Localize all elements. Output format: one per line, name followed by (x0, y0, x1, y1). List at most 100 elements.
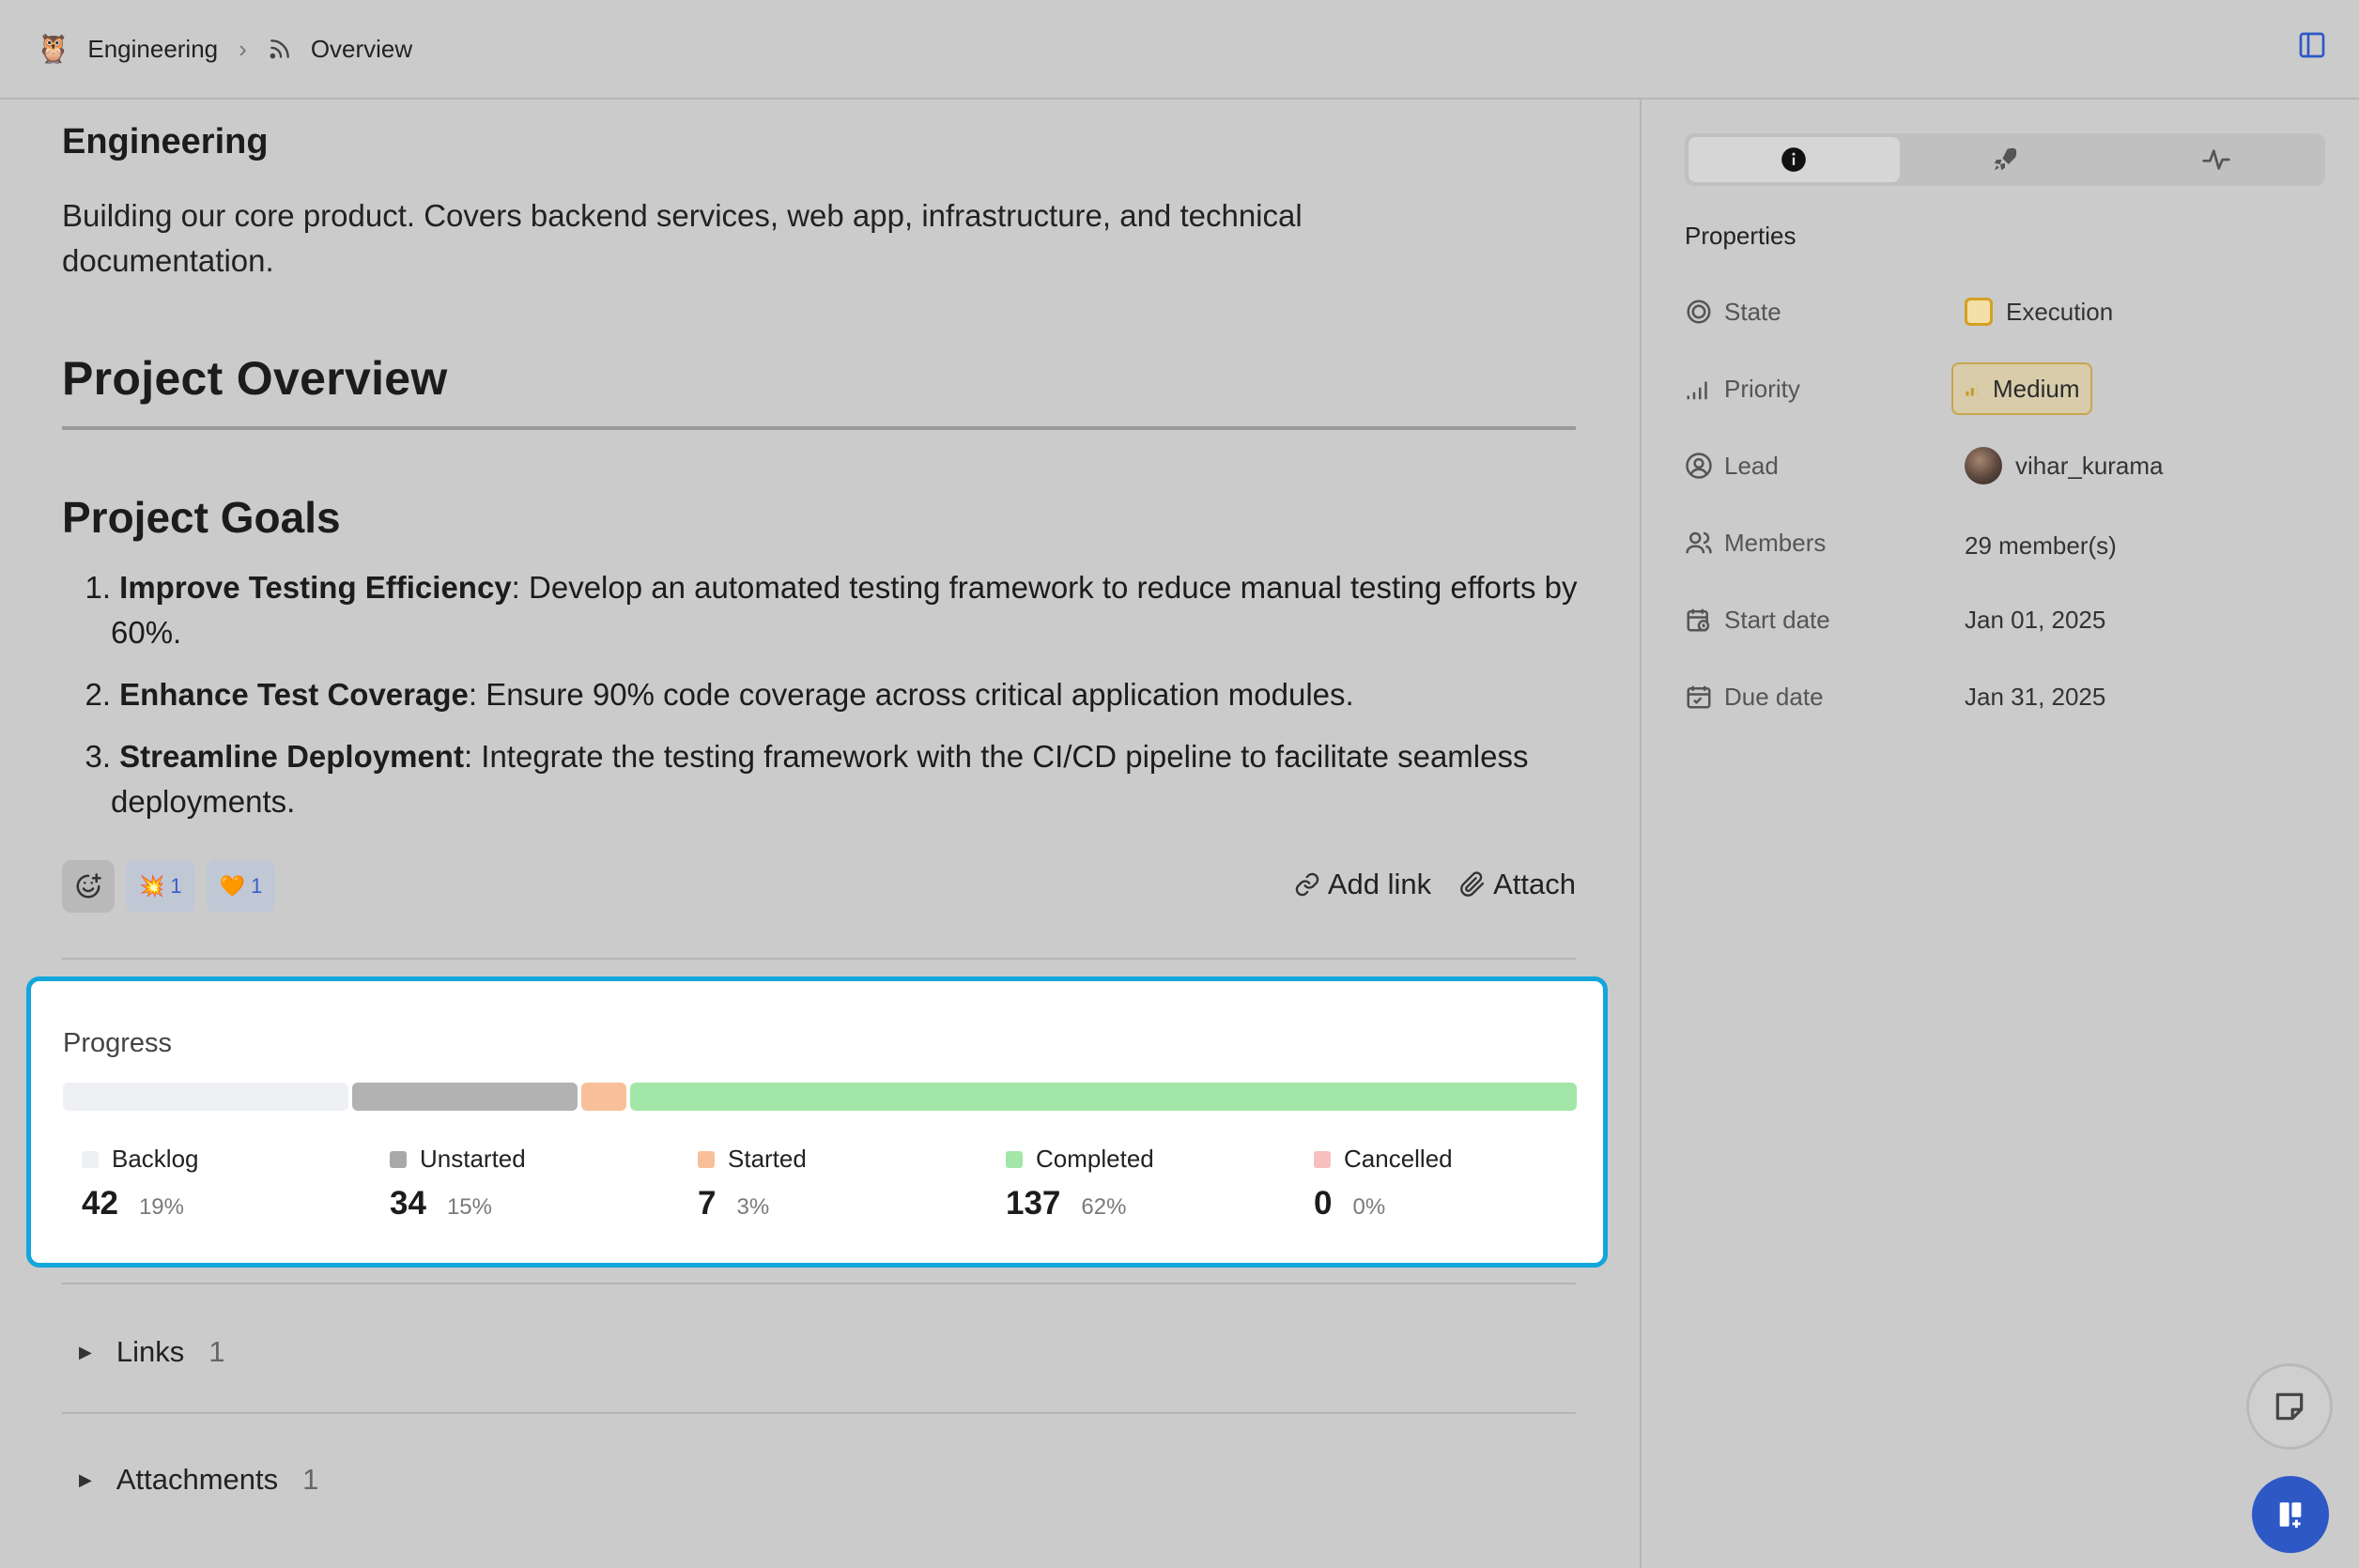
links-label: Links (116, 1335, 185, 1368)
start-date-label: Start date (1724, 605, 1830, 634)
calendar-clock-icon (1687, 608, 1710, 632)
progress-segment-completed (630, 1083, 1577, 1111)
breadcrumb-page[interactable]: Overview (311, 35, 412, 64)
stat-started: Started 7 3% (698, 1145, 1006, 1222)
stat-completed: Completed 137 62% (1006, 1145, 1314, 1222)
activity-pulse-icon (2202, 149, 2230, 170)
tab-info[interactable] (1688, 137, 1900, 182)
due-date-value: Jan 31, 2025 (1965, 682, 2106, 711)
reaction-chip[interactable]: 💥 1 (126, 860, 195, 913)
members-value: 29 member(s) (1965, 530, 2117, 560)
section-divider (62, 958, 1576, 960)
tab-updates[interactable] (1900, 137, 2111, 182)
priority-label: Priority (1724, 374, 1800, 403)
stat-label: Backlog (112, 1145, 199, 1173)
project-description[interactable]: Building our core product. Covers backen… (62, 193, 1471, 284)
paperclip-icon (1460, 871, 1485, 897)
stat-percent: 0% (1352, 1194, 1386, 1220)
backlog-swatch (82, 1150, 99, 1168)
properties-title: Properties (1685, 222, 1796, 250)
add-link-label: Add link (1327, 868, 1432, 900)
reaction-count: 1 (170, 874, 182, 898)
state-value: Execution (2006, 297, 2114, 326)
stat-cancelled: Cancelled 0 0% (1314, 1145, 1622, 1222)
priority-row: Priority Medium (1685, 361, 2305, 417)
links-section-toggle[interactable]: ▶ Links 1 (79, 1335, 224, 1369)
start-date-picker[interactable]: Jan 01, 2025 (1965, 606, 2105, 635)
goal-number: 2. (85, 677, 111, 712)
signal-bars-icon (1687, 381, 1707, 400)
members-row: Members 29 member(s) (1685, 515, 2305, 571)
goal-text: Enhance Test Coverage: Ensure 90% code c… (111, 672, 1583, 717)
panel-tabs (1685, 133, 2325, 186)
panel-toggle-icon[interactable] (2293, 26, 2331, 64)
stat-label: Completed (1036, 1145, 1154, 1173)
stat-count: 42 (82, 1185, 118, 1222)
breadcrumb: 🦉 Engineering › Overview (36, 33, 412, 66)
unstarted-swatch (390, 1150, 407, 1168)
orange-heart-emoji-icon: 🧡 (219, 874, 246, 898)
progress-card[interactable]: Progress Backlog 42 19% Unstarted 34 15% S… (26, 976, 1608, 1268)
compose-button[interactable] (2252, 1476, 2329, 1553)
add-reaction-button[interactable] (62, 860, 115, 913)
goal-number: 1. (85, 570, 111, 605)
execution-state-icon (1965, 298, 1993, 326)
medium-priority-icon (1966, 384, 1979, 396)
caret-right-icon: ▶ (79, 1469, 92, 1489)
breadcrumb-project[interactable]: Engineering (87, 35, 218, 64)
goal-title: Enhance Test Coverage (119, 677, 469, 712)
due-date-picker[interactable]: Jan 31, 2025 (1965, 683, 2105, 712)
goal-title: Streamline Deployment (119, 739, 464, 774)
goals-list[interactable]: 1. Improve Testing Efficiency: Develop a… (62, 565, 1583, 841)
heading-divider (62, 426, 1576, 430)
members-dropdown[interactable]: 29 member(s) (1965, 531, 2117, 561)
cancelled-swatch (1314, 1150, 1331, 1168)
avatar (1965, 447, 2002, 484)
state-label: State (1724, 297, 1781, 326)
members-label-group: Members (1685, 529, 1965, 558)
overview-heading[interactable]: Project Overview (62, 351, 448, 406)
attachments-count: 1 (302, 1463, 319, 1496)
stat-count: 7 (698, 1185, 717, 1222)
attachments-label: Attachments (116, 1463, 279, 1496)
stat-count: 34 (390, 1185, 426, 1222)
rss-feed-icon (268, 37, 292, 61)
users-icon (1686, 531, 1712, 554)
stat-label: Started (728, 1145, 807, 1173)
due-date-label-group: Due date (1685, 683, 1965, 712)
calendar-check-icon (1687, 685, 1711, 709)
sticky-note-icon (2275, 1392, 2304, 1421)
sticky-note-button[interactable] (2246, 1363, 2333, 1450)
tab-activity[interactable] (2110, 137, 2321, 182)
links-count: 1 (208, 1335, 225, 1368)
stat-label: Unstarted (420, 1145, 526, 1173)
progress-bar (63, 1083, 1577, 1111)
goal-item: 2. Enhance Test Coverage: Ensure 90% cod… (62, 672, 1583, 717)
priority-value: Medium (1993, 374, 2080, 403)
stat-percent: 3% (736, 1194, 770, 1220)
add-link-button[interactable]: Add link (1294, 868, 1431, 901)
attachments-section-toggle[interactable]: ▶ Attachments 1 (79, 1463, 318, 1497)
due-date-row: Due date Jan 31, 2025 (1685, 669, 2305, 725)
progress-segment-backlog (63, 1083, 348, 1111)
state-dropdown[interactable]: Execution (1965, 298, 2113, 327)
state-circle-icon (1687, 300, 1711, 324)
start-date-value: Jan 01, 2025 (1965, 605, 2106, 634)
attach-button[interactable]: Attach (1459, 868, 1576, 901)
priority-dropdown[interactable]: Medium (1951, 362, 2093, 415)
properties-panel: Properties State Execution Priority Medi… (1643, 100, 2359, 1568)
goal-text: Streamline Deployment: Integrate the tes… (111, 734, 1583, 824)
lead-dropdown[interactable]: vihar_kurama (1965, 447, 2164, 484)
goal-item: 3. Streamline Deployment: Integrate the … (62, 734, 1583, 824)
stat-count: 137 (1006, 1185, 1061, 1222)
lead-row: Lead vihar_kurama (1685, 438, 2305, 494)
collision-emoji-icon: 💥 (139, 874, 165, 898)
started-swatch (698, 1150, 715, 1168)
stat-percent: 62% (1081, 1194, 1127, 1220)
reaction-chip[interactable]: 🧡 1 (206, 860, 276, 913)
lead-label: Lead (1724, 451, 1779, 480)
stat-percent: 15% (446, 1194, 492, 1220)
goal-title: Improve Testing Efficiency (119, 570, 512, 605)
goal-description: : Ensure 90% code coverage across critic… (468, 677, 1354, 712)
goals-heading[interactable]: Project Goals (62, 492, 341, 543)
